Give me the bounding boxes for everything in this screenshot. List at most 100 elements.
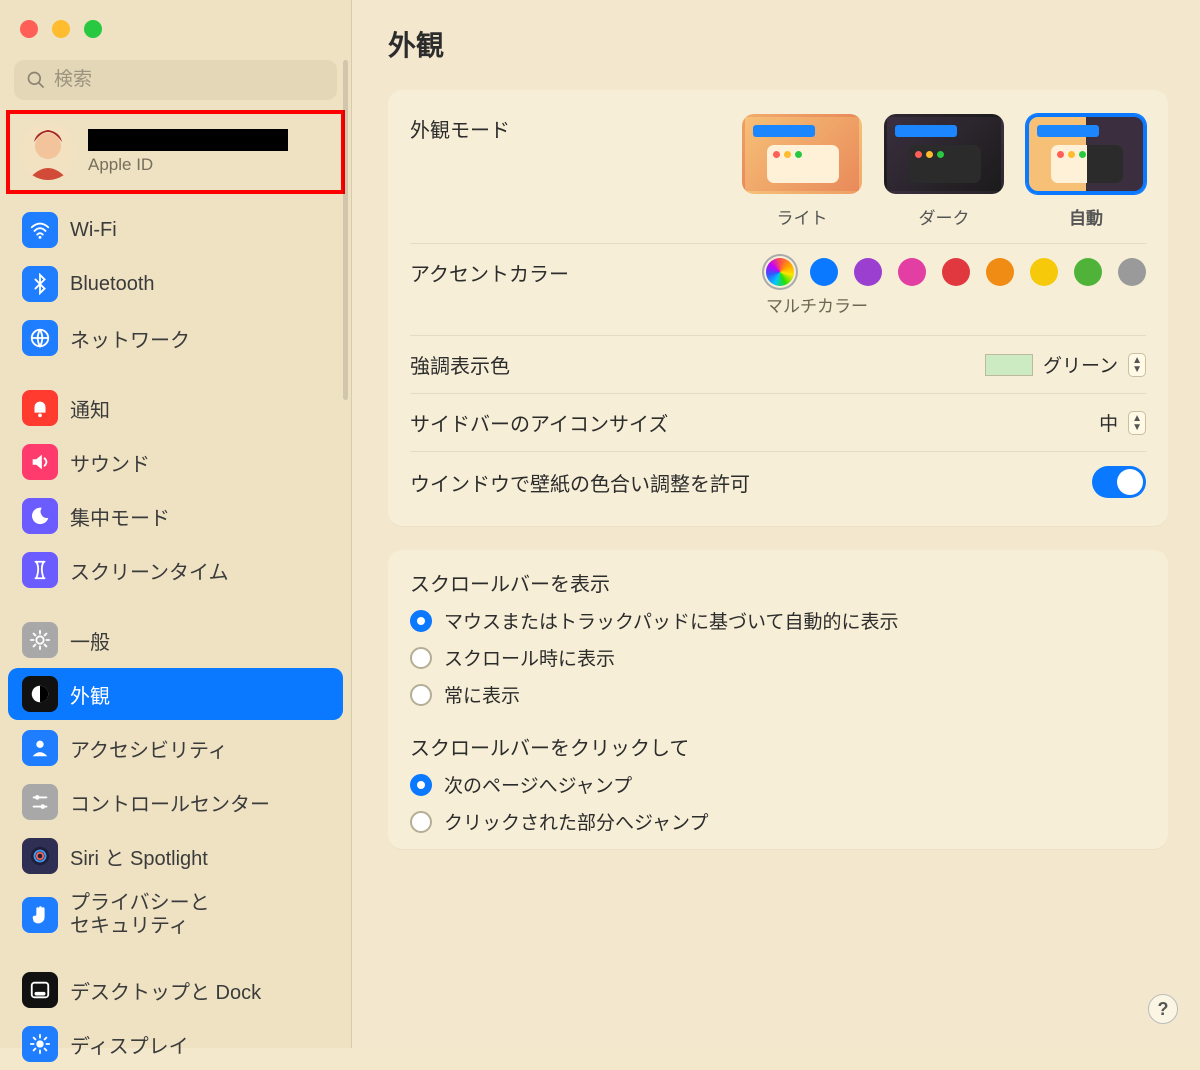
dock-icon: [22, 972, 58, 1008]
siri-icon: [22, 838, 58, 874]
sidebar-icon-size-value: 中: [1099, 409, 1118, 436]
stepper-icon: ▲▼: [1128, 353, 1146, 377]
appearance-mode-label-light: ライト: [777, 204, 828, 229]
scrollbar-show-option-auto[interactable]: マウスまたはトラックパッドに基づいて自動的に表示: [410, 607, 1146, 634]
appearance-mode-label-dark: ダーク: [919, 204, 970, 229]
sidebar-item-general[interactable]: 一般: [8, 614, 343, 666]
sidebar-item-bluetooth[interactable]: Bluetooth: [8, 258, 343, 310]
globe-icon: [22, 320, 58, 356]
sidebar-item-label: Siri と Spotlight: [70, 842, 208, 871]
sidebar-item-screentime[interactable]: スクリーンタイム: [8, 544, 343, 596]
appearance-mode-dark[interactable]: ダーク: [884, 114, 1004, 229]
sidebar-item-label: プライバシーとセキュリティ: [70, 892, 210, 938]
bluetooth-icon: [22, 266, 58, 302]
accent-swatch-red[interactable]: [942, 258, 970, 286]
gear-icon: [22, 622, 58, 658]
highlight-color-chip: [985, 354, 1033, 376]
sidebar-item-privacy[interactable]: プライバシーとセキュリティ: [8, 884, 343, 946]
sidebar-icon-size-select[interactable]: 中 ▲▼: [1099, 409, 1146, 436]
scrollbar-click-option-nextpage[interactable]: 次のページへジャンプ: [410, 771, 1146, 798]
sidebar-item-wifi[interactable]: Wi-Fi: [8, 204, 343, 256]
scrollbar-click-option-label: クリックされた部分へジャンプ: [444, 808, 708, 835]
accent-color-label: アクセントカラー: [410, 258, 569, 287]
sidebar-item-label: スクリーンタイム: [70, 556, 229, 585]
sidebar-item-label: サウンド: [70, 448, 150, 477]
moon-icon: [22, 498, 58, 534]
accent-swatch-blue[interactable]: [810, 258, 838, 286]
wallpaper-tint-toggle[interactable]: [1092, 466, 1146, 498]
sidebar-item-sound[interactable]: サウンド: [8, 436, 343, 488]
sidebar-item-controlcenter[interactable]: コントロールセンター: [8, 776, 343, 828]
highlight-color-select[interactable]: グリーン ▲▼: [985, 351, 1146, 378]
accent-swatch-pink[interactable]: [898, 258, 926, 286]
page-title: 外観: [388, 24, 1168, 64]
sidebar-item-label: ネットワーク: [70, 324, 190, 353]
scrollbar-show-option-always[interactable]: 常に表示: [410, 681, 1146, 708]
sidebar-item-accessibility[interactable]: アクセシビリティ: [8, 722, 343, 774]
sidebar-item-siri[interactable]: Siri と Spotlight: [8, 830, 343, 882]
radio-icon: [410, 684, 432, 706]
accent-swatch-purple[interactable]: [854, 258, 882, 286]
accent-selected-label: マルチカラー: [766, 292, 794, 317]
scrollbar-show-option-label: スクロール時に表示: [444, 644, 615, 671]
accent-swatch-gray[interactable]: [1118, 258, 1146, 286]
appearance-mode-label-auto: 自動: [1069, 204, 1103, 229]
sidebar-item-notifications[interactable]: 通知: [8, 382, 343, 434]
scrollbar-show-title: スクロールバーを表示: [410, 568, 1146, 597]
close-window-button[interactable]: [20, 20, 38, 38]
highlight-color-value: グリーン: [1043, 351, 1118, 378]
appearance-thumb-light: [742, 114, 862, 194]
fullscreen-window-button[interactable]: [84, 20, 102, 38]
accent-swatch-orange[interactable]: [986, 258, 1014, 286]
search-input[interactable]: [54, 69, 325, 91]
sidebar-item-desktop[interactable]: デスクトップと Dock: [8, 964, 343, 1016]
appearance-thumb-dark: [884, 114, 1004, 194]
person-icon: [22, 730, 58, 766]
sidebar-item-label: 集中モード: [70, 502, 170, 531]
sidebar-item-focus[interactable]: 集中モード: [8, 490, 343, 542]
sidebar-item-display[interactable]: ディスプレイ: [8, 1018, 343, 1070]
scrollbar-click-title: スクロールバーをクリックして: [410, 732, 1146, 761]
scrollbar-show-option-label: マウスまたはトラックパッドに基づいて自動的に表示: [444, 607, 898, 634]
sliders-icon: [22, 784, 58, 820]
search-box[interactable]: [14, 60, 337, 100]
sidebar-item-label: Wi-Fi: [70, 219, 117, 242]
scrollbar-click-option-label: 次のページへジャンプ: [444, 771, 632, 798]
bell-icon: [22, 390, 58, 426]
card-scrollbars: スクロールバーを表示 マウスまたはトラックパッドに基づいて自動的に表示スクロール…: [388, 550, 1168, 849]
sidebar-item-label: デスクトップと Dock: [70, 976, 261, 1005]
appearance-mode-light[interactable]: ライト: [742, 114, 862, 229]
radio-icon: [410, 774, 432, 796]
minimize-window-button[interactable]: [52, 20, 70, 38]
accent-swatch-yellow[interactable]: [1030, 258, 1058, 286]
sidebar-item-label: 外観: [70, 680, 110, 709]
sidebar-item-appearance[interactable]: 外観: [8, 668, 343, 720]
sidebar: Apple ID Wi-Fi Bluetooth ネットワーク通知サウンド集中モード…: [0, 0, 352, 1048]
main-content: 外観 外観モード ライトダーク自動 アクセントカラー マルチカラー 強調表示: [352, 0, 1200, 1048]
sidebar-item-label: 一般: [70, 626, 110, 655]
speaker-icon: [22, 444, 58, 480]
card-appearance: 外観モード ライト ダーク 自動 アクセントカラー マルチカラー 強調表示色: [388, 90, 1168, 526]
search-icon: [26, 70, 46, 90]
sidebar-item-label: 通知: [70, 394, 110, 423]
appearance-mode-label: 外観モード: [410, 114, 510, 143]
avatar: [20, 124, 76, 180]
help-button[interactable]: ?: [1148, 994, 1178, 1024]
window-controls: [0, 10, 351, 38]
scrollbar-show-option-scrolling[interactable]: スクロール時に表示: [410, 644, 1146, 671]
apple-id-name-redacted: [88, 129, 288, 151]
sidebar-item-label: コントロールセンター: [70, 788, 270, 817]
apple-id-item[interactable]: Apple ID: [6, 110, 345, 194]
appearance-mode-auto[interactable]: 自動: [1026, 114, 1146, 229]
accent-swatch-green[interactable]: [1074, 258, 1102, 286]
sidebar-item-network[interactable]: ネットワーク: [8, 312, 343, 364]
accent-swatch-multicolor[interactable]: [766, 258, 794, 286]
sidebar-item-label: ディスプレイ: [70, 1030, 189, 1059]
scrollbar-click-option-clicked[interactable]: クリックされた部分へジャンプ: [410, 808, 1146, 835]
sidebar-scrollbar[interactable]: [343, 60, 348, 400]
highlight-color-label: 強調表示色: [410, 350, 510, 379]
contrast-icon: [22, 676, 58, 712]
wallpaper-tint-label: ウインドウで壁紙の色合い調整を許可: [410, 468, 750, 497]
appearance-thumb-auto: [1026, 114, 1146, 194]
sun-icon: [22, 1026, 58, 1062]
